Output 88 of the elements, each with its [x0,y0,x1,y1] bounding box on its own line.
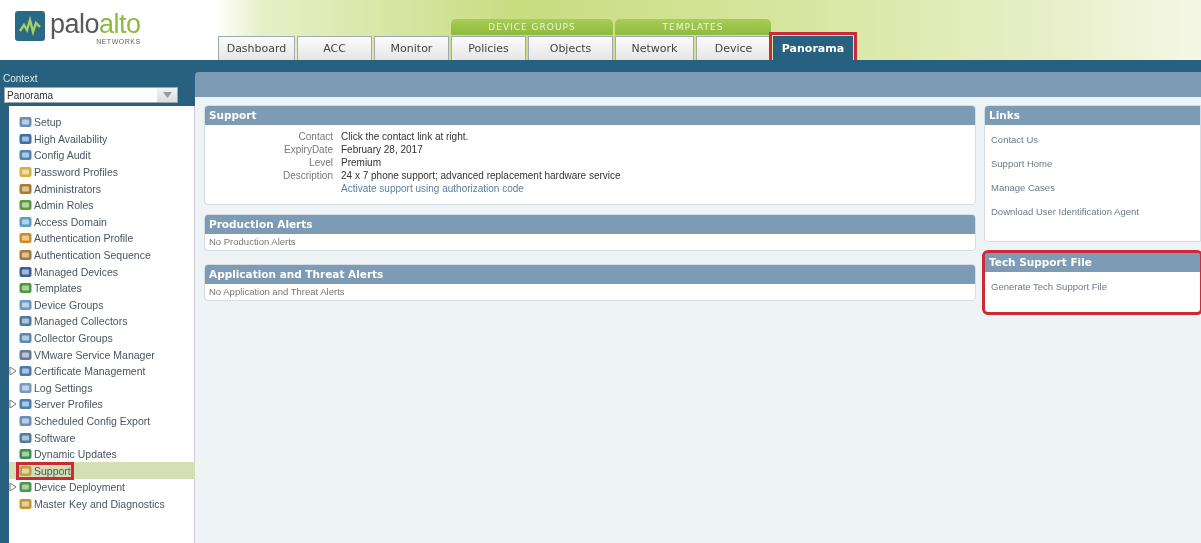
tile-icon [19,365,32,378]
expand-icon[interactable] [9,483,17,492]
tab-group-label: DEVICE GROUPS [451,19,613,35]
sidebar-item[interactable]: Access Domain [9,213,195,231]
sidebar-item[interactable]: Authentication Profile [9,230,195,247]
activate-link[interactable]: Activate support using authorization code [341,183,524,194]
field-label: ExpiryDate [283,144,333,155]
alert-message: No Application and Threat Alerts [208,285,346,299]
expand-icon[interactable] [9,367,17,376]
tile-icon [19,431,32,444]
nav-tab[interactable]: Dashboard [218,36,295,60]
tile-icon [19,398,32,411]
tile-icon [19,232,32,245]
tile-icon [19,381,32,394]
logo-icon [15,11,45,41]
tile-icon [19,199,32,212]
expand-icon[interactable] [9,400,17,409]
alert-message: No Production Alerts [208,235,297,249]
sidebar-item[interactable]: Software [9,429,195,446]
field-value: February 28, 2017 [341,144,424,155]
field-value: Click the contact link at right. [341,131,470,142]
sidebar-item[interactable]: Managed Collectors [9,313,195,330]
nav-tab[interactable]: Objects [528,36,613,60]
sidebar-item[interactable]: Support [9,462,195,480]
sidebar-item[interactable]: Admin Roles [9,196,195,214]
sidebar-item[interactable]: Administrators [9,180,195,197]
sidebar-item[interactable]: Collector Groups [9,329,195,347]
logo-text: alto [99,9,141,39]
sidebar-item[interactable]: Authentication Sequence [9,246,195,264]
context-dropdown[interactable]: Panorama [4,87,178,103]
tile-icon [19,249,32,262]
sidebar-item[interactable]: Password Profiles [9,163,195,181]
nav-tab[interactable]: ACC [297,36,372,60]
sidebar-item[interactable]: Server Profiles [9,396,195,413]
tile-icon [19,497,32,510]
caret-icon [162,92,172,98]
panel-header: Tech Support File [985,253,1200,272]
tile-icon [19,481,32,494]
sidebar-item[interactable]: Setup [9,114,195,131]
sidebar-item[interactable]: Dynamic Updates [9,445,195,463]
field-label: Contact [297,131,333,142]
sidebar-item[interactable]: Managed Devices [9,263,195,280]
tile-icon [19,348,32,361]
sidebar-item[interactable]: VMware Service Manager [9,346,195,363]
panel-header: Application and Threat Alerts [205,265,975,284]
sidebar-item[interactable]: Config Audit [9,147,195,164]
context-label: Context [2,72,39,85]
panel-header: Links [985,106,1200,125]
tile-icon [19,332,32,344]
panel-header: Production Alerts [205,215,975,234]
nav-tab[interactable]: Policies [451,36,526,60]
support-link[interactable]: Contact Us [991,134,1038,145]
logo-text: palo [50,9,100,39]
sidebar-item[interactable]: Scheduled Config Export [9,412,195,430]
nav-tab[interactable]: Network [615,36,694,60]
tab-group-label: TEMPLATES [615,19,771,35]
field-label: Description [281,170,333,181]
tile-icon [19,182,32,195]
sidebar-item[interactable]: Master Key and Diagnostics [9,495,195,513]
tile-icon [19,166,32,179]
annotation-box: Support [19,464,71,477]
support-link[interactable]: Manage Cases [991,182,1055,193]
sidebar-item[interactable]: Certificate Management [9,362,195,380]
field-label: Level [308,157,333,168]
tile-icon [19,315,32,328]
tile-icon [19,448,32,461]
sidebar-item[interactable]: High Availability [9,130,195,148]
tile-icon [19,149,32,162]
sidebar-item[interactable]: Device Groups [9,296,195,314]
nav-tab[interactable]: Device [696,36,771,60]
support-link[interactable]: Download User Identification Agent [991,206,1139,217]
tile-icon [19,132,32,145]
sidebar-item[interactable]: Log Settings [9,379,195,397]
tile-icon [19,282,32,295]
tile-icon [19,265,32,278]
tile-icon [19,298,32,311]
tile-icon [19,215,32,228]
tile-icon [19,464,32,477]
tech-support-link[interactable]: Generate Tech Support File [991,281,1107,292]
sidebar-item[interactable]: Device Deployment [9,479,195,496]
field-value: Premium [341,157,382,168]
tile-icon [19,116,32,129]
panel-header: Support [205,106,975,125]
sidebar-item[interactable]: Templates [9,279,195,297]
support-link[interactable]: Support Home [991,158,1053,169]
nav-tab[interactable]: Monitor [374,36,449,60]
field-value: 24 x 7 phone support; advanced replacement hardware service [341,170,622,181]
tile-icon [19,415,32,427]
